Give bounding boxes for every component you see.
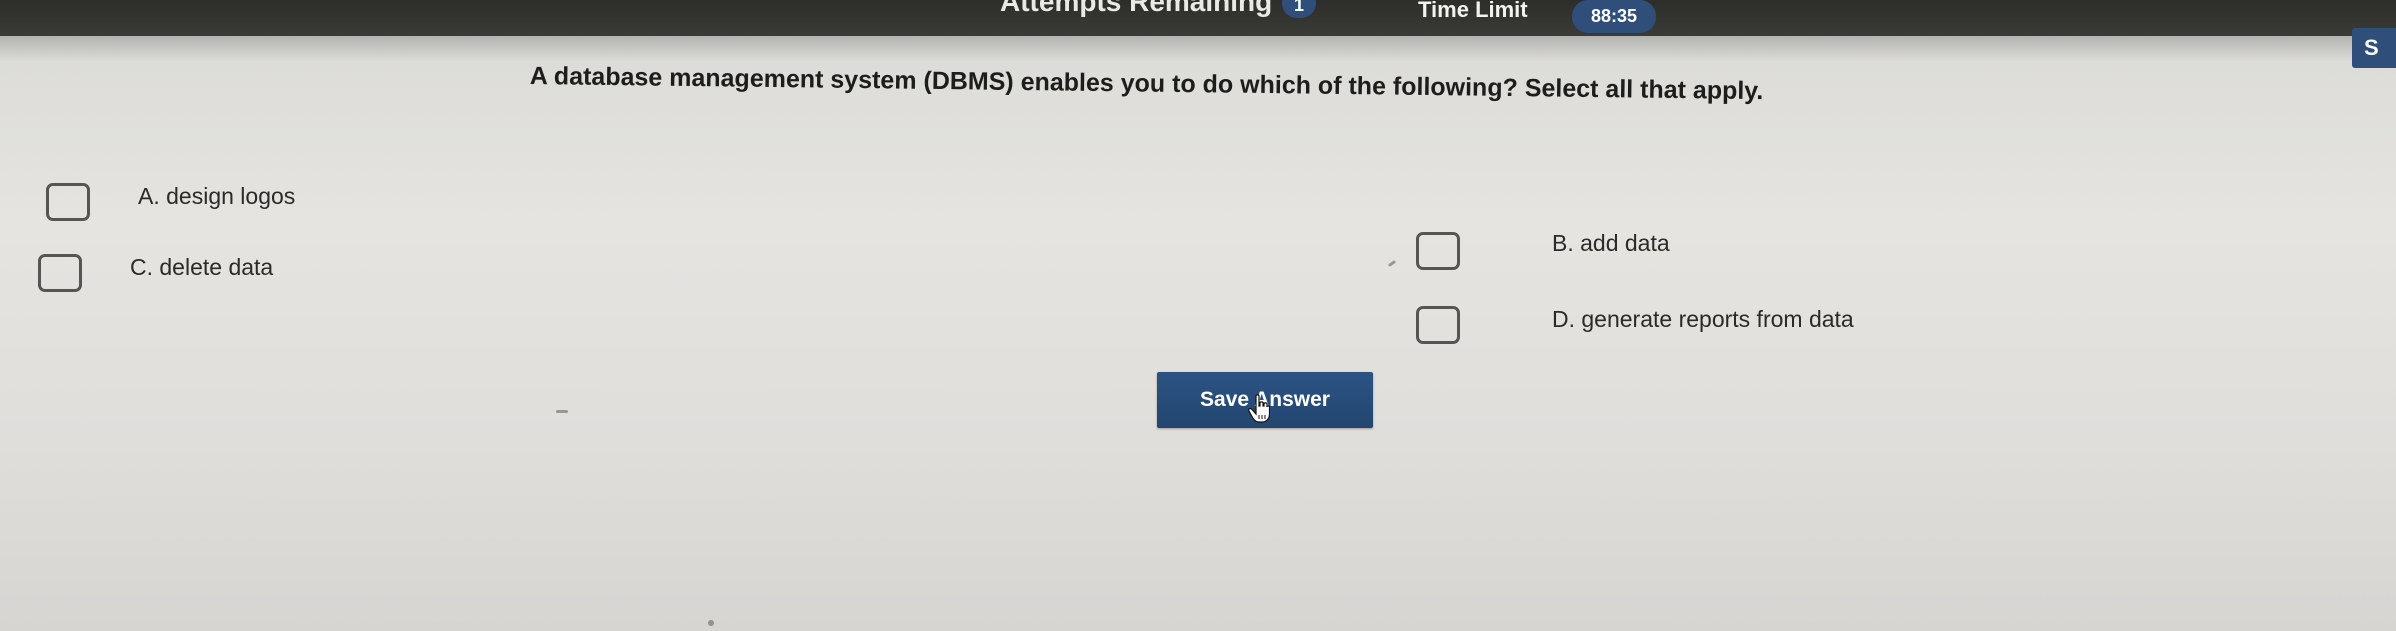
top-status-bar: Attempts Remaining 1 Time Limit 88:35	[0, 0, 2396, 36]
option-b[interactable]: B. add data	[1416, 229, 1670, 270]
option-d-label: D. generate reports from data	[1552, 305, 1854, 332]
option-b-checkbox[interactable]	[1416, 232, 1460, 270]
attempts-remaining-count: 1	[1282, 0, 1316, 18]
option-d-checkbox[interactable]	[1416, 306, 1460, 344]
option-a[interactable]: A. design logos	[46, 183, 295, 221]
hand-pointer-icon	[1248, 394, 1270, 423]
time-limit-label: Time Limit	[1418, 0, 1528, 22]
screen-speck	[556, 410, 568, 413]
side-action-button[interactable]: S	[2352, 28, 2396, 68]
option-a-label: A. design logos	[138, 182, 296, 209]
time-remaining-badge: 88:35	[1572, 0, 1656, 33]
option-c-checkbox[interactable]	[38, 254, 82, 292]
question-text: A database management system (DBMS) enab…	[529, 62, 1764, 106]
option-a-checkbox[interactable]	[46, 183, 90, 221]
screen-speck	[708, 620, 714, 626]
option-c[interactable]: C. delete data	[38, 254, 273, 292]
option-d[interactable]: D. generate reports from data	[1416, 306, 1854, 344]
screen-speck	[1387, 259, 1397, 268]
option-c-label: C. delete data	[130, 253, 274, 280]
option-b-label: B. add data	[1552, 229, 1670, 256]
topbar-shadow	[0, 36, 2396, 62]
attempts-remaining-label: Attempts Remaining	[1000, 0, 1273, 17]
